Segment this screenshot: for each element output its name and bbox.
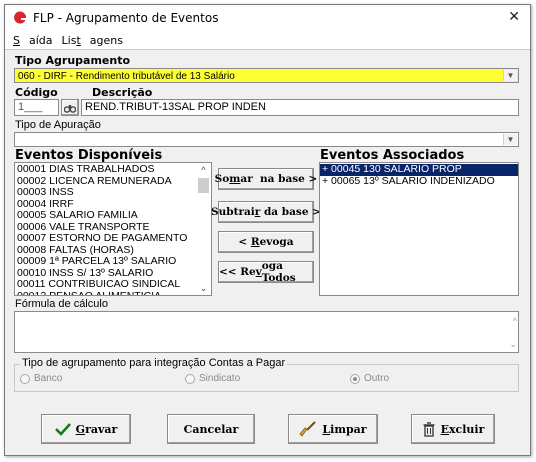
- gravar-label-a: G: [75, 422, 86, 436]
- codigo-input[interactable]: 1___: [14, 99, 59, 116]
- cancelar-button[interactable]: Cancelar: [167, 414, 255, 444]
- revoga-todos-button[interactable]: << Re v oga Todos: [218, 260, 314, 284]
- formula-label: Fórmula de cálculo: [15, 298, 108, 310]
- menu-item-listagens[interactable]: List agens: [62, 34, 123, 47]
- menu-bar: Saída List agens: [5, 31, 530, 49]
- tipo-apuracao-label: Tipo de Apuração: [15, 119, 101, 131]
- subtrair-da-base-button[interactable]: Subtrai r da base >: [211, 201, 321, 223]
- list-item[interactable]: 00003 INSS: [15, 186, 211, 199]
- window-title: FLP - Agrupamento de Eventos: [33, 11, 219, 25]
- tipo-agrupamento-value: 060 - DIRF - Rendimento tributável de 13…: [18, 71, 235, 82]
- revoga-button[interactable]: < Revoga: [218, 231, 314, 253]
- list-item[interactable]: + 00065 13º SALARIO INDENIZADO: [320, 175, 518, 188]
- radio-banco[interactable]: Banco: [20, 373, 62, 384]
- gravar-label-b: ravar: [85, 422, 118, 436]
- scrollbar[interactable]: ^ ⌄: [196, 163, 211, 295]
- main-window: FLP - Agrupamento de Eventos ✕ Saída Lis…: [4, 4, 531, 456]
- formula-textarea[interactable]: ^ ⌄: [14, 311, 519, 353]
- descricao-input[interactable]: REND.TRIBUT-13SAL PROP INDEN: [81, 99, 519, 116]
- chevron-down-icon[interactable]: ▼: [503, 70, 517, 81]
- somar-na-base-button[interactable]: So m ar na base >: [214, 168, 318, 190]
- chevron-down-icon[interactable]: ▼: [503, 134, 517, 145]
- list-item[interactable]: 00012 PENSAO ALIMENTICIA: [15, 290, 211, 295]
- somar-label-c: ar na base >: [240, 173, 318, 185]
- revoga-label-b: R: [250, 236, 260, 248]
- scroll-thumb[interactable]: [198, 178, 209, 193]
- radio-outro-label: Outro: [364, 373, 390, 384]
- trash-icon: [423, 421, 435, 437]
- subtrair-label-a: Subtrai: [211, 206, 255, 218]
- revoga-label-a: <: [238, 236, 251, 248]
- list-item[interactable]: 00007 ESTORNO DE PAGAMENTO: [15, 232, 211, 245]
- broom-icon: [299, 421, 317, 437]
- close-icon[interactable]: ✕: [508, 9, 520, 25]
- somar-label-b: m: [229, 173, 241, 185]
- chevron-down-icon[interactable]: ⌄: [196, 281, 211, 295]
- eventos-associados-list[interactable]: + 00045 130 SALARIO PROP + 00065 13º SALA…: [319, 162, 519, 296]
- excluir-label-a: E: [440, 422, 449, 436]
- chevron-up-icon[interactable]: ^: [513, 316, 517, 326]
- list-item[interactable]: 00011 CONTRIBUICAO SINDICAL: [15, 278, 211, 291]
- excluir-label-b: xcluir: [448, 422, 485, 436]
- cancelar-label: Cancelar: [183, 422, 239, 436]
- list-item[interactable]: + 00045 130 SALARIO PROP: [320, 163, 518, 176]
- eventos-disponiveis-label: Eventos Disponíveis: [15, 148, 163, 163]
- somar-label-a: So: [214, 173, 230, 185]
- limpar-label-b: impar: [330, 422, 367, 436]
- app-logo-icon: [14, 11, 27, 24]
- radio-sindicato-label: Sindicato: [199, 373, 241, 384]
- title-bar: FLP - Agrupamento de Eventos ✕: [5, 5, 530, 31]
- checkmark-icon: [54, 423, 71, 436]
- eventos-associados-label: Eventos Associados: [320, 148, 465, 163]
- list-item[interactable]: 00009 1ª PARCELA 13º SALARIO: [15, 255, 211, 268]
- revoga-todos-label-a: << Re: [219, 266, 256, 278]
- revoga-label-c: evoga: [259, 236, 294, 248]
- list-item[interactable]: 00005 SALARIO FAMILIA: [15, 209, 211, 222]
- menu-item-saida[interactable]: Saída: [13, 34, 53, 47]
- eventos-disponiveis-list[interactable]: 00001 DIAS TRABALHADOS 00002 LICENCA REMU…: [14, 162, 212, 296]
- chevron-up-icon[interactable]: ^: [196, 163, 211, 177]
- binoculars-icon: [64, 104, 76, 113]
- menu-separator: [5, 49, 530, 50]
- radio-banco-label: Banco: [34, 373, 63, 384]
- tipo-agrupamento-label: Tipo Agrupamento: [15, 54, 131, 67]
- gravar-button[interactable]: Gravar: [41, 414, 131, 444]
- integracao-group-title: Tipo de agrupamento para integração Cont…: [20, 357, 288, 369]
- radio-sindicato[interactable]: Sindicato: [185, 373, 240, 384]
- radio-circle: [185, 373, 195, 384]
- codigo-label: Código: [15, 86, 58, 99]
- tipo-apuracao-select[interactable]: ▼: [14, 132, 519, 147]
- limpar-label-a: L: [322, 422, 331, 436]
- list-item[interactable]: 00001 DIAS TRABALHADOS: [15, 163, 211, 176]
- revoga-todos-label-c: oga Todos: [261, 260, 296, 284]
- limpar-button[interactable]: Limpar: [288, 414, 378, 444]
- radio-circle: [20, 373, 30, 384]
- search-button[interactable]: [61, 99, 79, 116]
- excluir-button[interactable]: Excluir: [411, 414, 495, 444]
- tipo-agrupamento-select[interactable]: 060 - DIRF - Rendimento tributável de 13…: [14, 68, 519, 83]
- radio-outro[interactable]: Outro: [350, 373, 389, 384]
- chevron-down-icon[interactable]: ⌄: [509, 339, 517, 350]
- subtrair-label-c: da base >: [260, 206, 321, 218]
- radio-circle-selected: [350, 373, 360, 384]
- descricao-label: Descrição: [92, 86, 153, 99]
